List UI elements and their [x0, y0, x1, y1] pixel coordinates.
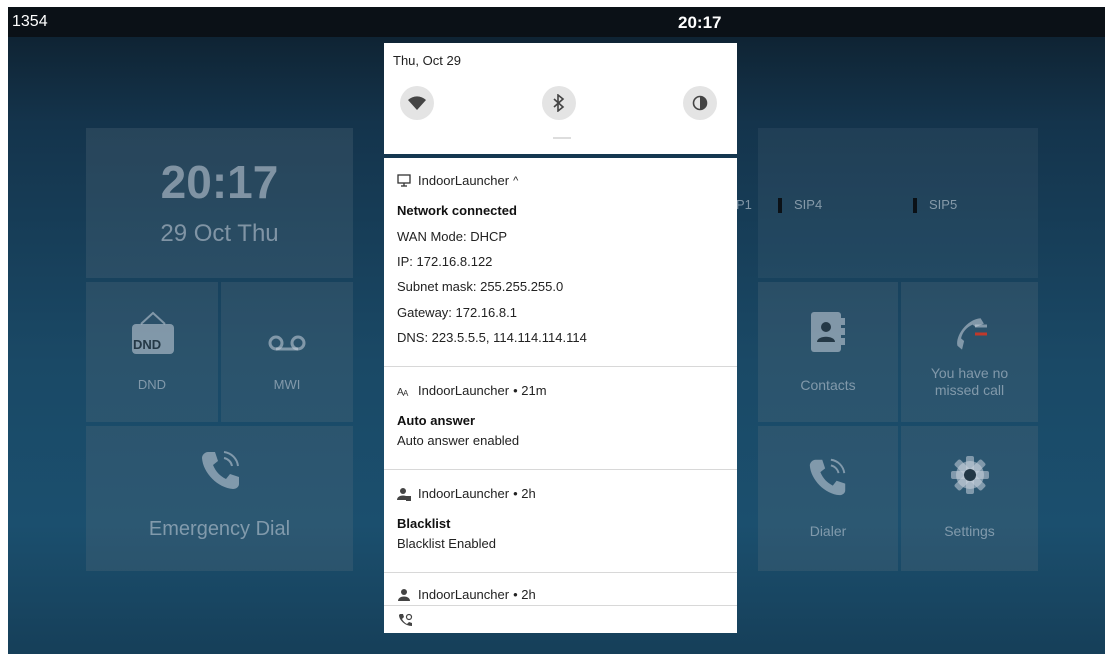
notification-time: • 2h: [513, 587, 536, 602]
notification-line: IP: 172.16.8.122: [397, 254, 493, 269]
dialer-tile[interactable]: Dialer: [758, 426, 898, 571]
dnd-badge-text: DND: [133, 337, 162, 352]
notification-title: Auto answer: [397, 413, 476, 428]
invert-colors-toggle[interactable]: [683, 86, 717, 120]
bluetooth-icon: [553, 94, 565, 112]
panel-drag-handle[interactable]: [553, 137, 571, 139]
notification-app-name: IndoorLauncher: [418, 486, 510, 501]
notification-title: Network connected: [397, 203, 517, 218]
mwi-tile[interactable]: MWI: [221, 282, 353, 422]
dnd-label: DND: [137, 377, 167, 392]
monitor-icon: [397, 174, 411, 187]
notification-line: Auto answer enabled: [397, 433, 520, 448]
notification-header: AA IndoorLauncher • 21m: [397, 383, 547, 398]
dnd-sign-icon: [132, 311, 174, 354]
sip-account-4[interactable]: SIP4: [778, 197, 823, 214]
status-bar: 1354 20:17: [8, 7, 1105, 37]
notification-blacklist[interactable]: IndoorLauncher • 2h Blacklist Blacklist …: [384, 470, 737, 573]
notification-app-name: IndoorLauncher: [418, 173, 510, 188]
quick-settings-panel: Thu, Oct 29: [384, 43, 737, 154]
phone-ringing-icon: [809, 458, 846, 496]
notification-panel[interactable]: IndoorLauncher ^ Network connected WAN M…: [384, 158, 737, 633]
notification-auto-answer[interactable]: AA IndoorLauncher • 21m Auto answer Auto…: [384, 367, 737, 470]
settings-label: Settings: [944, 523, 995, 539]
phone-settings-icon[interactable]: [397, 613, 413, 632]
clock-widget: 20:17 29 Oct Thu: [86, 128, 353, 278]
emergency-dial-label: Emergency Dial: [148, 518, 291, 540]
notification-title: Blacklist: [397, 516, 451, 531]
contacts-tile[interactable]: Contacts: [758, 282, 898, 422]
notification-line: Blacklist Enabled: [397, 536, 496, 551]
screen: 1354 20:17 20:17 29 Oct Thu DND DND MWI …: [8, 7, 1105, 654]
notification-header: IndoorLauncher ^: [397, 173, 518, 188]
wifi-icon: [408, 96, 426, 110]
notification-time: • 21m: [513, 383, 547, 398]
wifi-toggle[interactable]: [400, 86, 434, 120]
voicemail-icon: [268, 335, 306, 351]
blacklist-user-icon: [397, 487, 411, 501]
bluetooth-toggle[interactable]: [542, 86, 576, 120]
user-icon: [398, 588, 410, 601]
phone-ringing-icon: [202, 451, 239, 489]
quick-settings-date: Thu, Oct 29: [393, 53, 461, 68]
notification-line: DNS: 223.5.5.5, 114.114.114.114: [397, 330, 587, 345]
expand-caret-icon[interactable]: ^: [513, 175, 518, 187]
missed-call-icon: [957, 318, 987, 350]
clock-time: 20:17: [160, 156, 279, 208]
missed-call-text: You have no missed call: [930, 365, 1009, 398]
translate-icon: AA: [397, 387, 409, 397]
missed-call-tile[interactable]: You have no missed call: [901, 282, 1038, 422]
sip-status-bar: [913, 198, 917, 214]
sip-account-5-label: SIP5: [929, 197, 958, 212]
notification-time: • 2h: [513, 486, 536, 501]
svg-text:A: A: [403, 389, 409, 397]
emergency-dial-tile[interactable]: Emergency Dial: [86, 426, 353, 571]
notification-network[interactable]: IndoorLauncher ^ Network connected WAN M…: [384, 158, 737, 367]
notification-partial[interactable]: IndoorLauncher • 2h: [384, 573, 737, 606]
dialer-label: Dialer: [809, 523, 847, 539]
sip-account-1[interactable]: P1: [736, 197, 752, 212]
dnd-tile[interactable]: DND DND: [86, 282, 218, 422]
settings-tile[interactable]: Settings: [901, 426, 1038, 571]
notification-app-name: IndoorLauncher: [418, 587, 510, 602]
sip-account-4-label: SIP4: [794, 197, 823, 212]
notification-header: IndoorLauncher • 2h: [397, 587, 536, 602]
gear-icon: [951, 456, 989, 494]
contacts-book-icon: [811, 312, 845, 352]
notification-line: Gateway: 172.16.8.1: [397, 305, 517, 320]
status-bar-time: 20:17: [678, 13, 722, 32]
sip-account-5[interactable]: SIP5: [913, 197, 958, 214]
status-bar-number: 1354: [12, 13, 48, 30]
invert-colors-icon: [692, 95, 708, 111]
notification-line: Subnet mask: 255.255.255.0: [397, 279, 564, 294]
notification-app-name: IndoorLauncher: [418, 383, 510, 398]
notification-header: IndoorLauncher • 2h: [397, 486, 536, 501]
clock-date: 29 Oct Thu: [160, 220, 279, 247]
mwi-label: MWI: [273, 377, 301, 392]
notification-line: WAN Mode: DHCP: [397, 229, 508, 244]
sip-status-bar: [778, 198, 782, 214]
sip-account-1-label: P1: [736, 197, 752, 212]
contacts-label: Contacts: [800, 377, 856, 393]
